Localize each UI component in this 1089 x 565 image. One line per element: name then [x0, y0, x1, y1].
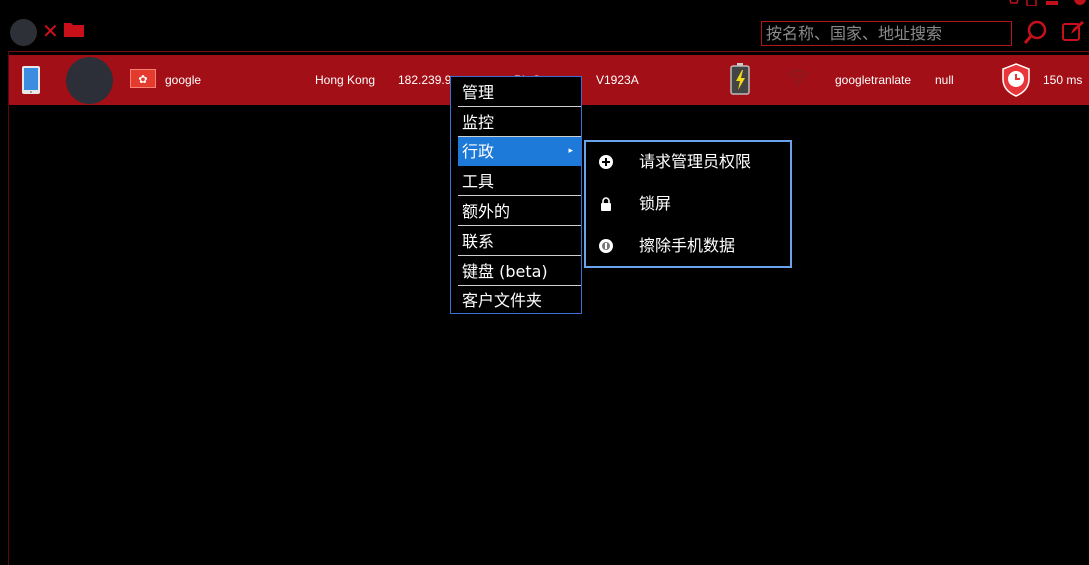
edit-icon[interactable] — [1061, 20, 1085, 42]
menu-item-admin[interactable]: 行政 ▸ — [458, 137, 581, 166]
client-status: null — [935, 73, 954, 87]
menu-item-keyboard[interactable]: 键盘 (beta) — [458, 257, 581, 286]
close-x-icon[interactable]: ✕ — [42, 20, 59, 42]
client-app: googletranlate — [835, 73, 912, 87]
plus-circle-icon — [599, 155, 613, 169]
submenu-item-lock-screen[interactable]: 锁屏 — [586, 184, 790, 224]
search-icon[interactable] — [1024, 20, 1048, 44]
admin-submenu: 请求管理员权限 锁屏 擦除手机数据 — [584, 140, 792, 268]
chevron-right-icon: ▸ — [568, 146, 573, 156]
menu-item-manage[interactable]: 管理 — [458, 78, 581, 107]
wifi-icon — [787, 69, 809, 87]
submenu-item-request-admin[interactable]: 请求管理员权限 — [586, 142, 790, 182]
flag-icon: ✿ — [130, 69, 156, 88]
client-device-id: V1923A — [596, 73, 639, 87]
user-avatar[interactable] — [10, 19, 37, 46]
toolbar: ✕ — [0, 0, 1089, 50]
divider — [8, 51, 9, 565]
battery-charging-icon — [730, 63, 750, 95]
client-name: google — [165, 73, 202, 87]
svg-text:✿: ✿ — [138, 73, 147, 86]
menu-item-client-folder[interactable]: 客户文件夹 — [458, 286, 581, 315]
lock-icon — [601, 197, 611, 211]
menu-item-contacts[interactable]: 联系 — [458, 227, 581, 256]
context-menu: 管理 监控 行政 ▸ 工具 额外的 联系 键盘 (beta) 客户文件夹 — [450, 76, 582, 314]
submenu-item-wipe-data[interactable]: 擦除手机数据 — [586, 226, 790, 266]
erase-icon — [599, 239, 613, 253]
client-avatar — [66, 57, 113, 104]
folder-icon[interactable] — [63, 20, 85, 38]
phone-icon — [22, 66, 40, 94]
shield-icon — [1002, 63, 1030, 97]
menu-item-tools[interactable]: 工具 — [458, 167, 581, 196]
search-input[interactable] — [761, 21, 1012, 46]
client-ip: 182.239.9 — [398, 73, 452, 87]
divider — [8, 51, 1089, 52]
client-ping: 150 ms — [1043, 73, 1083, 87]
menu-item-monitor[interactable]: 监控 — [458, 108, 581, 137]
menu-item-extra[interactable]: 额外的 — [458, 197, 581, 226]
client-country: Hong Kong — [315, 73, 376, 87]
